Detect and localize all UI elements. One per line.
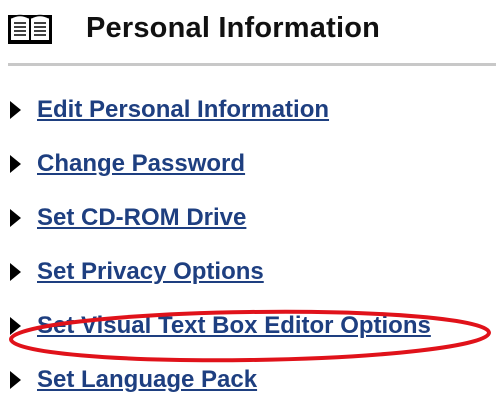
personal-information-page: Personal Information Edit Personal Infor…: [0, 0, 504, 400]
open-book-icon: [8, 14, 52, 44]
section-header: Personal Information: [8, 6, 380, 50]
bullet-arrow-icon: [10, 371, 21, 389]
bullet-arrow-icon: [10, 209, 21, 227]
page-title: Personal Information: [86, 11, 381, 44]
bullet-arrow-icon: [10, 263, 21, 281]
set-language-pack-link[interactable]: Set Language Pack: [37, 366, 257, 394]
bullet-arrow-icon: [10, 101, 21, 119]
set-cd-rom-drive-link[interactable]: Set CD-ROM Drive: [37, 204, 246, 232]
header-divider: [8, 63, 496, 66]
menu-item-change-password: Change Password: [10, 150, 431, 204]
set-privacy-options-link[interactable]: Set Privacy Options: [37, 258, 264, 286]
bullet-arrow-icon: [10, 155, 21, 173]
change-password-link[interactable]: Change Password: [37, 150, 245, 178]
menu-item-set-visual-text-box-editor-options: Set Visual Text Box Editor Options: [10, 312, 431, 366]
set-visual-text-box-editor-options-link[interactable]: Set Visual Text Box Editor Options: [37, 312, 431, 340]
bullet-arrow-icon: [10, 317, 21, 335]
menu-item-edit-personal-information: Edit Personal Information: [10, 96, 431, 150]
edit-personal-information-link[interactable]: Edit Personal Information: [37, 96, 329, 124]
menu-item-set-privacy-options: Set Privacy Options: [10, 258, 431, 312]
personal-info-menu: Edit Personal Information Change Passwor…: [10, 96, 431, 400]
menu-item-set-language-pack: Set Language Pack: [10, 366, 431, 400]
menu-item-set-cd-rom-drive: Set CD-ROM Drive: [10, 204, 431, 258]
